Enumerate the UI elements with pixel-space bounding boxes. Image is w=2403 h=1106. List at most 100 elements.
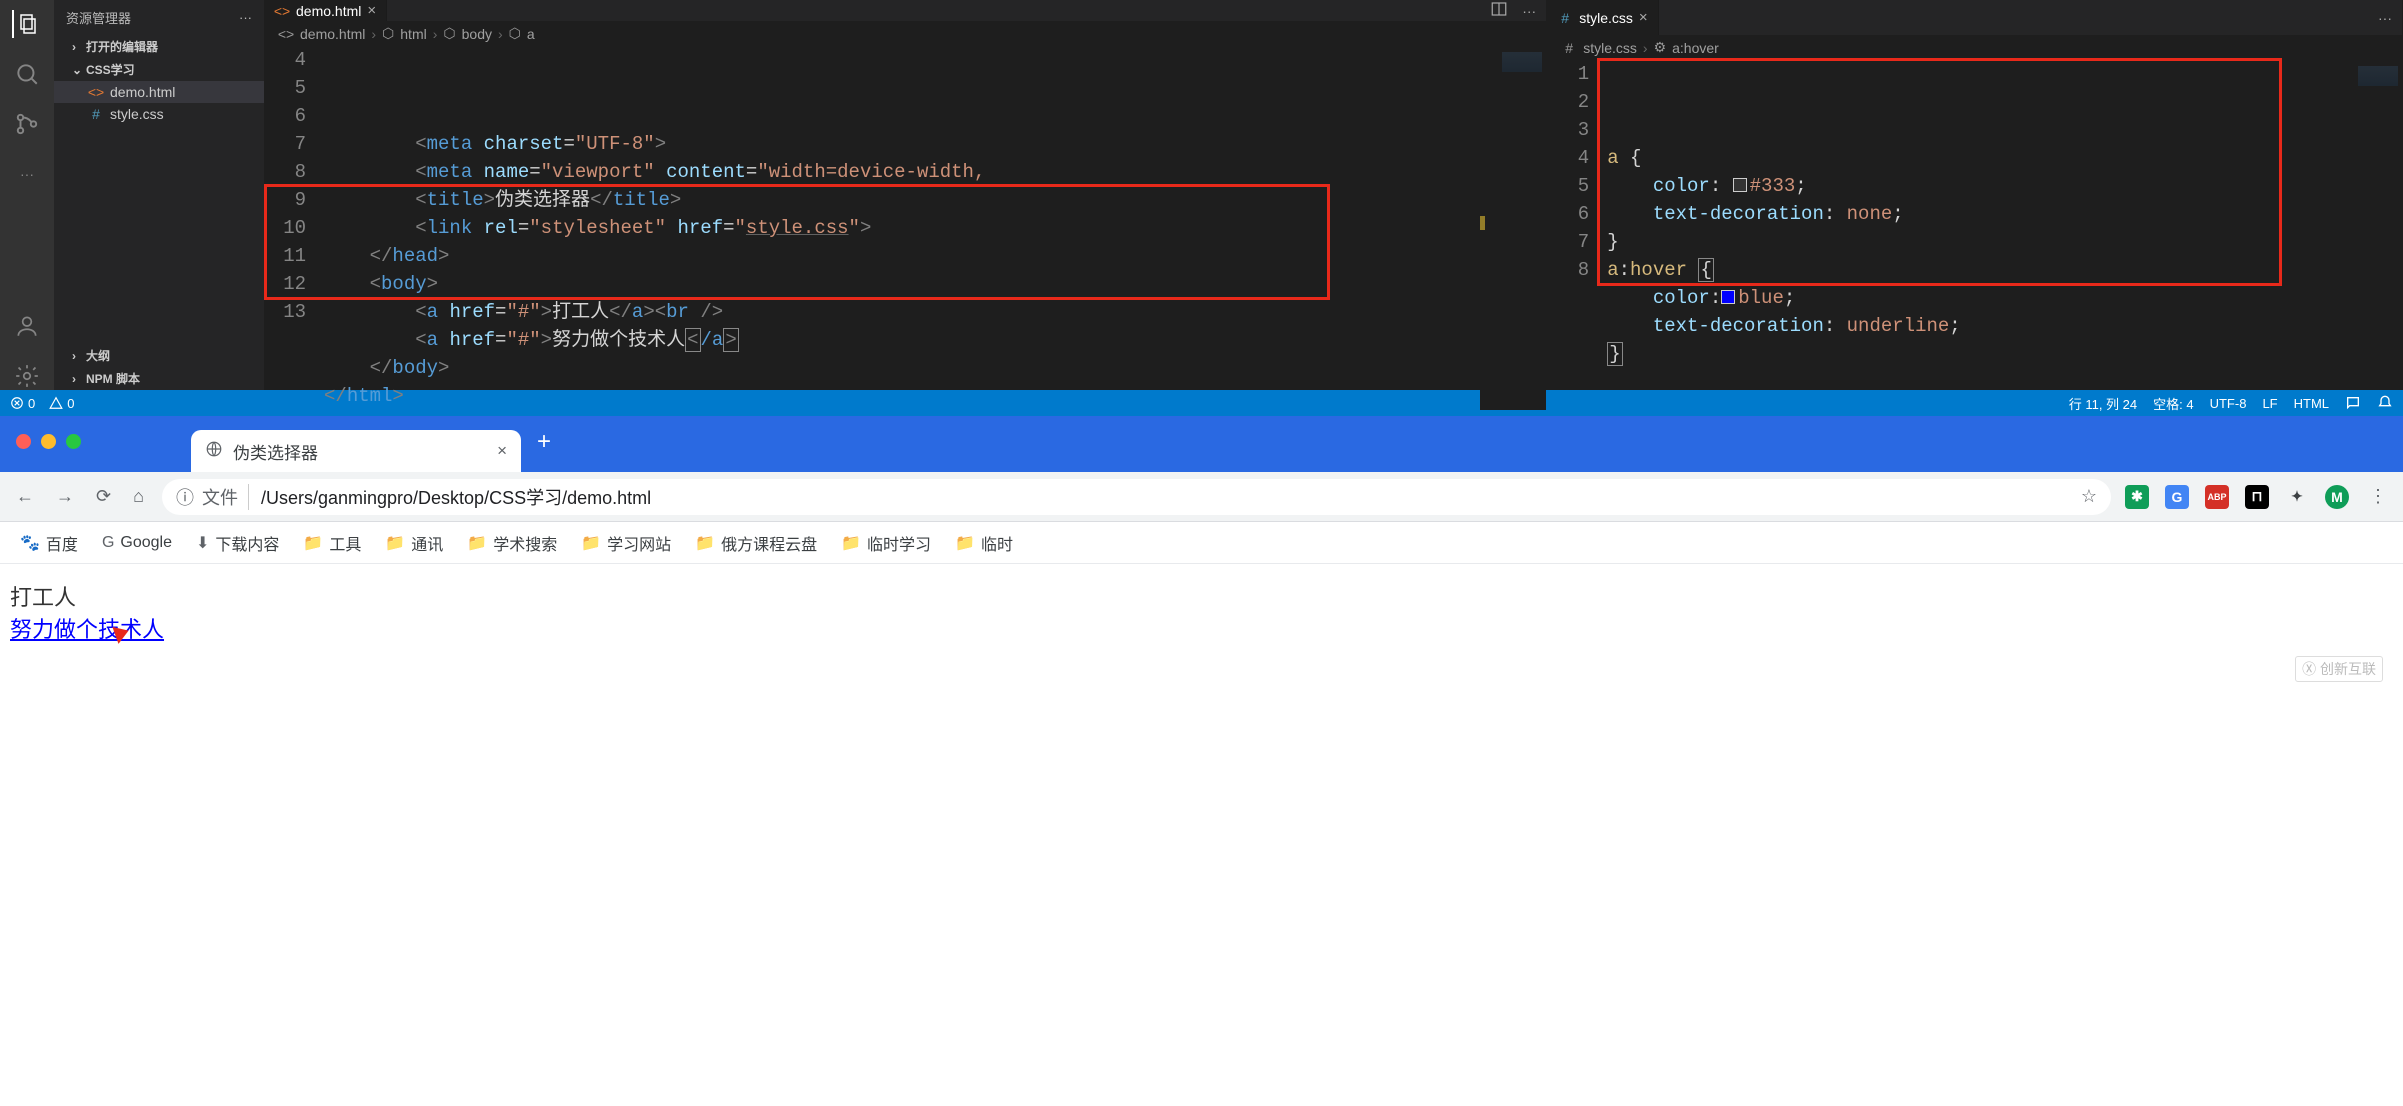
editor-tabs-right: # style.css × ···: [1547, 0, 2402, 35]
outline-section[interactable]: 大纲: [54, 344, 264, 367]
bookmark-label: 学术搜索: [493, 531, 557, 555]
home-button[interactable]: ⌂: [129, 482, 148, 511]
google-translate-icon[interactable]: G: [2165, 485, 2189, 509]
bookmark-label: 临时: [981, 531, 1013, 555]
more-icon[interactable]: ···: [13, 160, 41, 188]
status-errors[interactable]: 0: [10, 396, 35, 411]
minimize-window-button[interactable]: [41, 434, 56, 449]
bell-icon[interactable]: [2377, 395, 2393, 411]
tab-demo-html[interactable]: <> demo.html ×: [264, 0, 387, 21]
element-icon: ⬡: [509, 25, 521, 42]
account-icon[interactable]: [13, 312, 41, 340]
address-bar-row: ← → ⟳ ⌂ ⓘ 文件 /Users/ganmingpro/Desktop/C…: [0, 472, 2403, 522]
folder-icon: 📁: [955, 533, 975, 553]
minimap-right[interactable]: [2342, 60, 2402, 390]
extension-icon[interactable]: ⊓: [2245, 485, 2269, 509]
browser-tab[interactable]: 伪类选择器 ×: [191, 430, 521, 472]
bookmark-star-icon[interactable]: ☆: [2081, 486, 2097, 507]
folder-icon: 📁: [303, 533, 323, 553]
site-info-icon[interactable]: ⓘ: [176, 484, 194, 510]
back-button[interactable]: ←: [12, 482, 38, 511]
html-file-icon: <>: [88, 84, 104, 100]
extensions-menu-icon[interactable]: ✦: [2285, 485, 2309, 509]
bookmark-item[interactable]: 🐾百度: [20, 531, 78, 555]
tab-style-css[interactable]: # style.css ×: [1547, 0, 1658, 35]
html-file-icon: <>: [274, 3, 290, 19]
minimap-left[interactable]: [1486, 46, 1546, 410]
folder-icon: 📁: [467, 533, 487, 553]
bookmark-item[interactable]: 📁 学术搜索: [467, 531, 557, 555]
close-icon[interactable]: ×: [1639, 9, 1648, 26]
code-right[interactable]: a { color: #333; text-decoration: none;}…: [1607, 60, 2342, 390]
adblock-icon[interactable]: ABP: [2205, 485, 2229, 509]
close-window-button[interactable]: [16, 434, 31, 449]
status-encoding[interactable]: UTF-8: [2210, 396, 2247, 411]
browser-window: 伪类选择器 × + ← → ⟳ ⌂ ⓘ 文件 /Users/ganmingpro…: [0, 416, 2403, 1106]
more-actions-icon[interactable]: ···: [2378, 10, 2392, 26]
status-language[interactable]: HTML: [2294, 396, 2329, 411]
element-icon: ⬡: [382, 25, 394, 42]
file-demo-html[interactable]: <> demo.html: [54, 81, 264, 103]
extension-icon[interactable]: ✱: [2125, 485, 2149, 509]
bookmark-label: 学习网站: [607, 531, 671, 555]
new-tab-button[interactable]: +: [537, 428, 551, 456]
bookmark-item[interactable]: 📁学习网站: [581, 531, 671, 555]
css-file-icon: #: [88, 106, 104, 122]
bookmark-item[interactable]: 📁 临时: [955, 531, 1013, 555]
explorer-icon[interactable]: [12, 10, 40, 38]
bookmark-item[interactable]: 📁 通讯: [385, 531, 443, 555]
file-style-css[interactable]: # style.css: [54, 103, 264, 125]
status-position[interactable]: 行 11, 列 24: [2069, 394, 2137, 413]
status-spaces[interactable]: 空格: 4: [2153, 394, 2193, 413]
address-bar[interactable]: ⓘ 文件 /Users/ganmingpro/Desktop/CSS学习/dem…: [162, 479, 2111, 515]
forward-button[interactable]: →: [52, 482, 78, 511]
open-editors-section[interactable]: 打开的编辑器: [54, 35, 264, 58]
close-tab-icon[interactable]: ×: [497, 441, 507, 461]
extension-icons: ✱ G ABP ⊓ ✦ M ⋮: [2125, 482, 2391, 511]
maximize-window-button[interactable]: [66, 434, 81, 449]
feedback-icon[interactable]: [2345, 395, 2361, 411]
page-link-2[interactable]: 努力做个技术人: [10, 617, 164, 642]
source-control-icon[interactable]: [13, 110, 41, 138]
page-link-1[interactable]: 打工人: [10, 585, 76, 610]
close-icon[interactable]: ×: [367, 2, 376, 19]
bookmark-icon: G: [102, 534, 114, 552]
reload-button[interactable]: ⟳: [92, 482, 115, 511]
gear-icon[interactable]: [13, 362, 41, 390]
search-icon[interactable]: [13, 60, 41, 88]
file-label: demo.html: [110, 84, 175, 100]
status-warnings[interactable]: 0: [49, 396, 74, 411]
project-section[interactable]: CSS学习: [54, 58, 264, 81]
status-eol[interactable]: LF: [2262, 396, 2277, 411]
folder-icon: 📁: [385, 533, 405, 553]
editor-tabs-left: <> demo.html × ···: [264, 0, 1546, 21]
globe-icon: [205, 440, 223, 463]
breadcrumb-right[interactable]: # style.css› ⚙a:hover: [1547, 35, 2402, 60]
url-scheme-label: 文件: [202, 484, 249, 510]
activity-bar: ···: [0, 0, 54, 390]
bookmark-item[interactable]: GGoogle: [102, 534, 172, 552]
bookmark-label: 通讯: [411, 531, 443, 555]
gutter-right: 12345678: [1547, 60, 1607, 390]
bookmark-item[interactable]: 📁工具: [303, 531, 361, 555]
bookmark-item[interactable]: 📁俄方课程云盘: [695, 531, 817, 555]
browser-menu-icon[interactable]: ⋮: [2365, 482, 2391, 511]
explorer-sidebar: 资源管理器 ··· 打开的编辑器 CSS学习 <> demo.html # st…: [54, 0, 264, 390]
profile-avatar[interactable]: M: [2325, 485, 2349, 509]
code-area-right[interactable]: 12345678 a { color: #333; text-decoratio…: [1547, 60, 2402, 390]
explorer-menu-icon[interactable]: ···: [239, 10, 252, 25]
url-path: /Users/ganmingpro/Desktop/CSS学习/demo.htm…: [261, 484, 651, 510]
bookmark-item[interactable]: 📁临时学习: [841, 531, 931, 555]
selector-icon: ⚙: [1654, 39, 1667, 56]
breadcrumb-left[interactable]: <> demo.html› ⬡html› ⬡body› ⬡a: [264, 21, 1546, 46]
more-actions-icon[interactable]: ···: [1522, 3, 1536, 19]
split-editor-icon[interactable]: [1490, 0, 1508, 21]
explorer-title: 资源管理器: [66, 8, 131, 27]
bookmark-icon: ⬇: [196, 533, 209, 553]
bookmark-item[interactable]: ⬇下载内容: [196, 531, 279, 555]
npm-scripts-section[interactable]: NPM 脚本: [54, 367, 264, 390]
editor-right: # style.css × ··· # style.css› ⚙a:hover …: [1547, 0, 2403, 390]
tab-label: demo.html: [296, 3, 361, 19]
code-left[interactable]: <meta charset="UTF-8"> <meta name="viewp…: [324, 46, 1480, 410]
code-area-left[interactable]: 45678910111213 <meta charset="UTF-8"> <m…: [264, 46, 1546, 410]
